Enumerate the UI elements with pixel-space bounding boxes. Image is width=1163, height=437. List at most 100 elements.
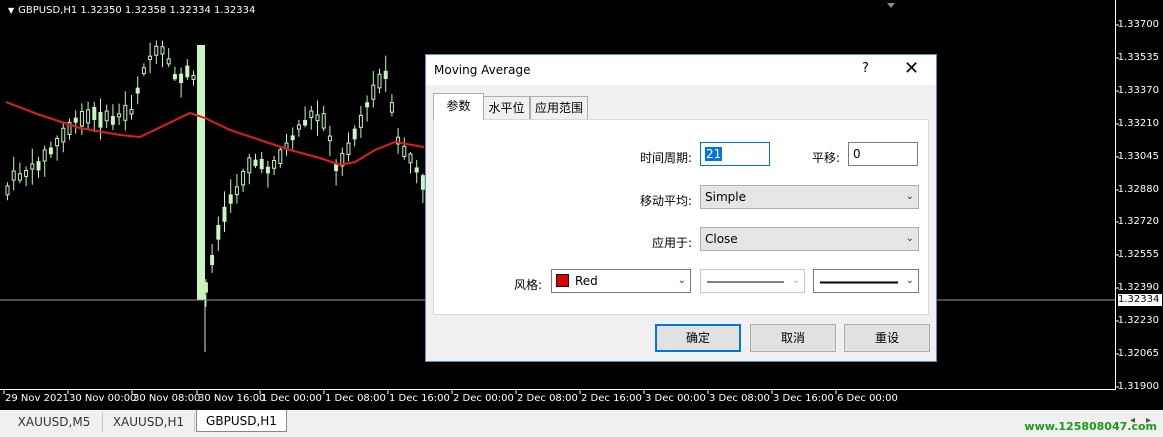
apply-to-select[interactable]: Close ⌄ [700, 227, 919, 251]
candle-body [383, 70, 388, 79]
candle-body [408, 153, 413, 164]
shift-marker-icon[interactable] [887, 3, 895, 8]
line-width-sample [820, 281, 898, 284]
candle-body [92, 107, 97, 120]
price-label: 1.32230 [1117, 315, 1159, 326]
tab-visualization[interactable]: 应用范围 [530, 96, 588, 119]
candle-body [234, 186, 239, 196]
time-label: 2 Dec 08:00 [517, 393, 578, 404]
candle-body [210, 255, 215, 266]
candle-body [11, 170, 16, 181]
cancel-button[interactable]: 取消 [750, 324, 836, 352]
candle-body [228, 194, 233, 204]
ma-method-label: 移动平均: [639, 194, 692, 208]
candle-body [365, 102, 370, 108]
candle-body [315, 114, 320, 122]
candlesticks [5, 40, 425, 352]
site-url: www.125808047.com [1024, 420, 1157, 433]
chevron-down-icon: ⌄ [905, 275, 914, 286]
chart-header: ▼ GBPUSD,H1 1.32350 1.32358 1.32334 1.323… [8, 5, 255, 16]
ok-button[interactable]: 确定 [655, 324, 741, 352]
color-select[interactable]: Red ⌄ [551, 269, 691, 293]
candle-body [141, 67, 146, 75]
dialog-titlebar: Moving Average ? ✕ [426, 55, 936, 85]
candle-body [55, 137, 60, 147]
candle-body [272, 160, 277, 169]
candle-body [278, 149, 283, 164]
line-width-select[interactable]: ⌄ [813, 269, 919, 293]
candle-body [377, 73, 382, 89]
style-label: 风格: [513, 278, 542, 292]
price-label: 1.32720 [1117, 216, 1159, 227]
color-swatch [556, 274, 569, 287]
period-label: 时间周期: [639, 151, 692, 165]
candle-body [414, 167, 419, 173]
candle-body [420, 175, 425, 190]
tab-xauusd-h1[interactable]: XAUUSD,H1 [103, 412, 195, 432]
period-field[interactable]: 21 [700, 142, 770, 166]
chart-menu-arrow-icon[interactable]: ▼ [8, 6, 14, 15]
time-label: 3 Dec 08:00 [709, 393, 770, 404]
candle-body [352, 128, 357, 140]
ma-method-select[interactable]: Simple ⌄ [700, 185, 919, 209]
candle-body [61, 127, 66, 143]
price-label: 1.32065 [1117, 348, 1159, 359]
time-label: 29 Nov 2021 [5, 393, 70, 404]
time-label: 30 Nov 16:00 [198, 393, 266, 404]
candle-body [358, 114, 363, 128]
candle-body [296, 124, 301, 130]
period-value: 21 [705, 147, 723, 161]
candle-body [79, 111, 84, 127]
tab-parameters[interactable]: 参数 [433, 93, 484, 120]
symbol-tab-bar: XAUUSD,M5 XAUUSD,H1 GBPUSD,H1 ◂ ▸ www.12… [0, 410, 1163, 437]
close-icon[interactable]: ✕ [904, 58, 919, 79]
candle-body [135, 87, 140, 94]
candle-body [346, 142, 351, 156]
candle-body [321, 113, 326, 129]
shift-field[interactable]: 0 [848, 142, 918, 166]
price-label: 1.33370 [1117, 85, 1159, 96]
candle-body [197, 45, 205, 300]
candle-body [402, 145, 407, 157]
candle-body [160, 46, 165, 55]
candle-body [110, 116, 115, 125]
apply-to-value: Close [705, 232, 738, 246]
apply-to-label: 应用于: [651, 236, 692, 250]
candle-body [154, 45, 159, 56]
candle-body [117, 113, 122, 118]
shift-label: 平移: [811, 151, 840, 165]
tab-xauusd-m5[interactable]: XAUUSD,M5 [6, 412, 103, 432]
candle-body [303, 120, 308, 126]
moving-average-dialog: Moving Average ? ✕ 参数 水平位 应用范围 时间周期: 21 … [425, 54, 937, 362]
dialog-title: Moving Average [434, 63, 531, 77]
time-label: 2 Dec 00:00 [453, 393, 514, 404]
candle-body [148, 55, 153, 60]
price-label: 1.33045 [1117, 151, 1159, 162]
price-label: 1.33700 [1117, 19, 1159, 30]
current-price-label: 1.32334 [1118, 294, 1162, 306]
candle-body [73, 117, 78, 123]
candle-body [222, 206, 227, 222]
candle-body [98, 112, 103, 128]
candle-body [123, 104, 128, 121]
price-label: 1.31900 [1117, 381, 1159, 392]
price-label: 1.33535 [1117, 52, 1159, 63]
chevron-down-icon: ⌄ [905, 233, 914, 244]
tab-levels[interactable]: 水平位 [483, 96, 530, 119]
tab-gbpusd-h1[interactable]: GBPUSD,H1 [196, 410, 287, 432]
candle-body [247, 157, 252, 174]
candle-body [24, 170, 29, 177]
time-label: 6 Dec 00:00 [837, 393, 898, 404]
candle-body [253, 159, 258, 167]
candle-body [166, 58, 171, 65]
candle-body [265, 166, 270, 174]
time-label: 3 Dec 16:00 [773, 393, 834, 404]
candle-body [5, 185, 10, 196]
ma-method-value: Simple [705, 190, 746, 204]
price-label: 1.32880 [1117, 184, 1159, 195]
time-label: 1 Dec 16:00 [389, 393, 450, 404]
help-button[interactable]: ? [862, 61, 869, 76]
candle-body [259, 158, 264, 170]
line-style-select[interactable]: ⌄ [700, 269, 805, 293]
reset-button[interactable]: 重设 [844, 324, 930, 352]
